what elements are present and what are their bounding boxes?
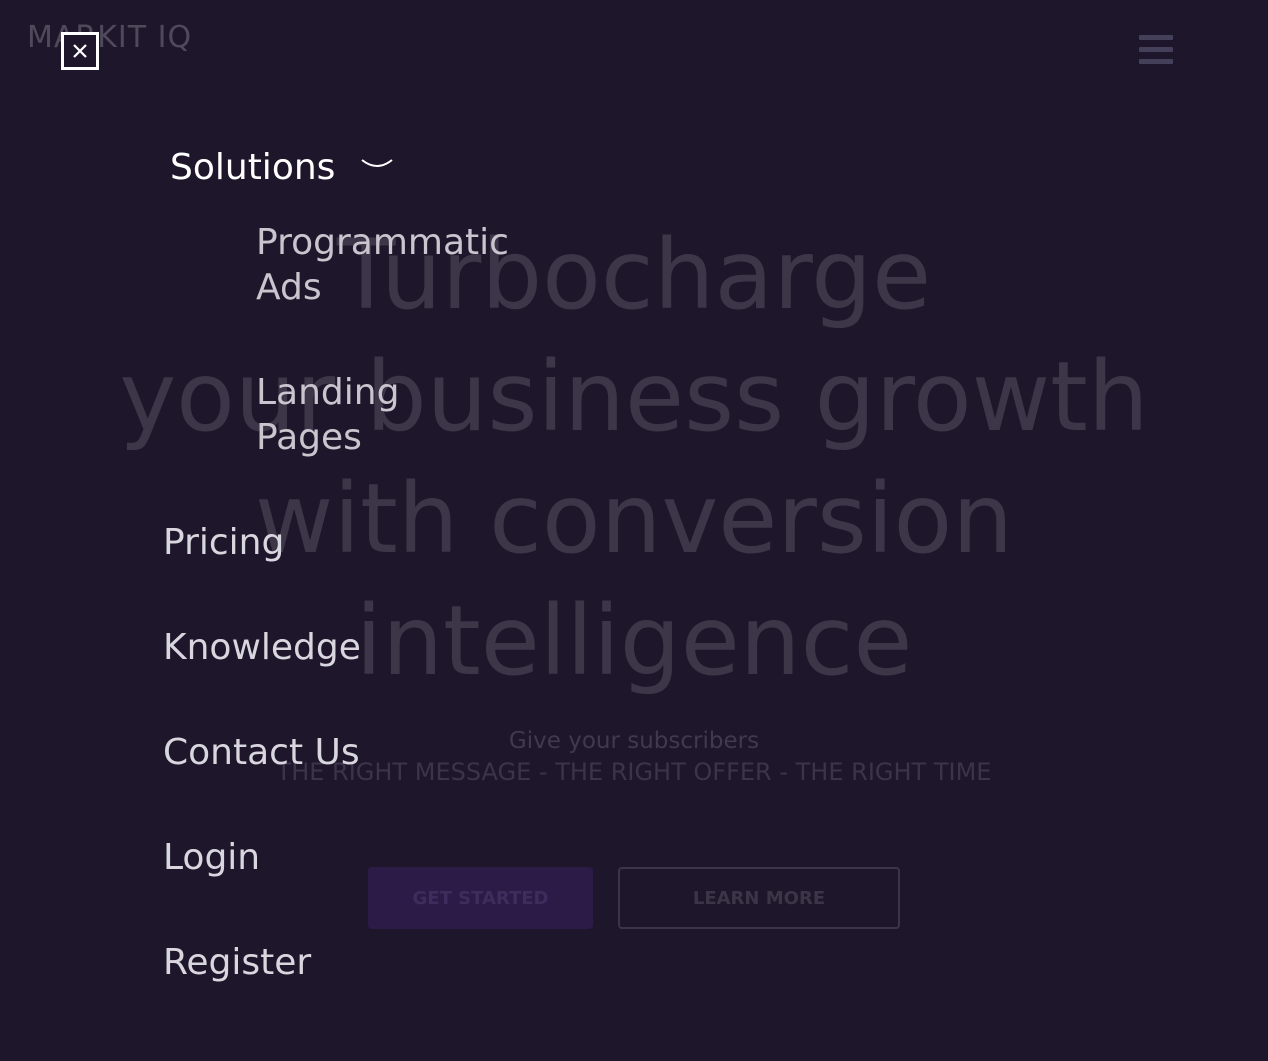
hamburger-bar bbox=[1139, 35, 1173, 40]
menu-item-pricing[interactable]: Pricing bbox=[163, 520, 284, 565]
hamburger-bar bbox=[1139, 47, 1173, 52]
chevron-down-icon bbox=[361, 159, 393, 167]
menu-item-solutions[interactable]: Solutions bbox=[170, 145, 393, 190]
submenu-item-label: Ads bbox=[256, 267, 322, 308]
menu-item-contact-us[interactable]: Contact Us bbox=[163, 730, 360, 775]
get-started-button[interactable]: GET STARTED bbox=[368, 867, 593, 929]
menu-item-knowledge[interactable]: Knowledge bbox=[163, 625, 361, 670]
hamburger-icon[interactable] bbox=[1139, 35, 1173, 65]
menu-item-register[interactable]: Register bbox=[163, 940, 311, 985]
hero-title-line: your business growth bbox=[119, 341, 1149, 453]
close-icon bbox=[73, 44, 87, 58]
submenu-item-landing-pages[interactable]: Landing Pages bbox=[256, 370, 556, 460]
hero-title-line: Turbocharge bbox=[336, 219, 932, 331]
logo: MARKIT IQ bbox=[27, 20, 193, 55]
page: MARKIT IQ Turbocharge your business grow… bbox=[0, 0, 1268, 1061]
submenu-item-label: Pages bbox=[256, 417, 362, 458]
menu-item-login[interactable]: Login bbox=[163, 835, 260, 880]
submenu-item-programmatic-ads[interactable]: Programmatic Ads bbox=[256, 220, 556, 310]
menu-item-label: Solutions bbox=[170, 147, 336, 188]
hamburger-bar bbox=[1139, 59, 1173, 64]
learn-more-button[interactable]: LEARN MORE bbox=[618, 867, 900, 929]
submenu-item-label: Landing bbox=[256, 372, 400, 413]
submenu-item-label: Programmatic bbox=[256, 222, 509, 263]
close-button[interactable] bbox=[61, 32, 99, 70]
